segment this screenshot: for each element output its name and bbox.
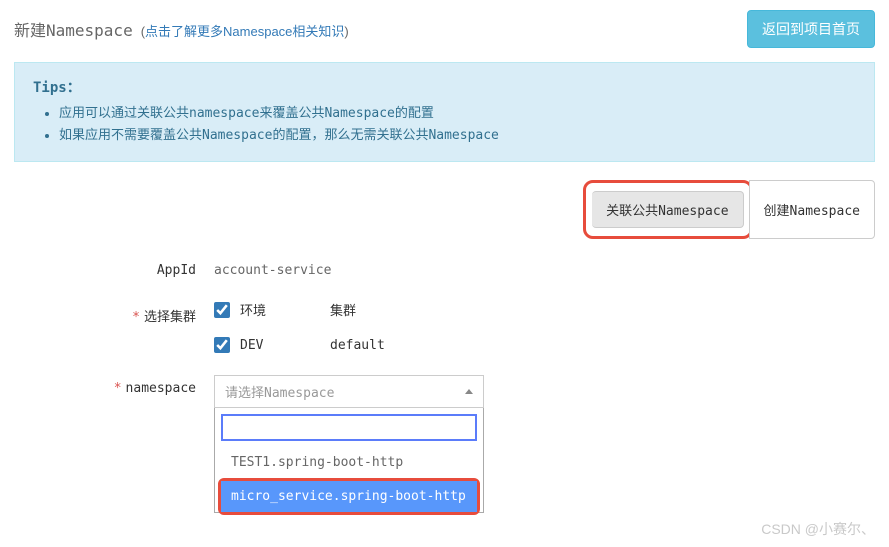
annotation-highlight: 关联公共Namespace xyxy=(583,180,752,239)
page-title: 新建Namespace xyxy=(14,17,133,41)
namespace-dropdown: TEST1.spring-boot-http micro_service.spr… xyxy=(214,408,484,513)
namespace-label: *namespace xyxy=(14,375,214,396)
tab-link-public-namespace[interactable]: 关联公共Namespace xyxy=(592,191,743,228)
tips-item: 应用可以通过关联公共namespace来覆盖公共Namespace的配置 xyxy=(59,103,856,125)
namespace-select[interactable]: 请选择Namespace xyxy=(214,375,484,408)
cluster-header-checkbox[interactable] xyxy=(214,302,230,318)
caret-up-icon xyxy=(465,389,473,394)
tips-label: Tips： xyxy=(33,77,856,97)
cluster-label: *选择集群 xyxy=(14,300,214,325)
namespace-option-highlighted[interactable]: micro_service.spring-boot-http xyxy=(221,481,477,512)
namespace-option[interactable]: TEST1.spring-boot-http xyxy=(221,447,477,478)
tips-item: 如果应用不需要覆盖公共Namespace的配置，那么无需关联公共Namespac… xyxy=(59,125,856,147)
return-home-button[interactable]: 返回到项目首页 xyxy=(747,10,875,48)
cluster-row-env: DEV xyxy=(240,338,330,353)
appid-label: AppId xyxy=(14,257,214,278)
namespace-placeholder: 请选择Namespace xyxy=(225,382,334,401)
tips-panel: Tips： 应用可以通过关联公共namespace来覆盖公共Namespace的… xyxy=(14,62,875,162)
tab-create-namespace[interactable]: 创建Namespace xyxy=(749,180,875,239)
appid-value: account-service xyxy=(214,257,331,278)
cluster-row-cluster: default xyxy=(330,338,385,353)
watermark: CSDN @小赛尔、 xyxy=(761,519,875,539)
annotation-highlight: micro_service.spring-boot-http xyxy=(218,478,480,515)
cluster-row-checkbox[interactable] xyxy=(214,337,230,353)
namespace-search-input[interactable] xyxy=(221,414,477,441)
subtitle-link[interactable]: (点击了解更多Namespace相关知识) xyxy=(141,21,349,40)
cluster-header-env: 环境 xyxy=(240,300,330,319)
cluster-header-cluster: 集群 xyxy=(330,300,356,319)
